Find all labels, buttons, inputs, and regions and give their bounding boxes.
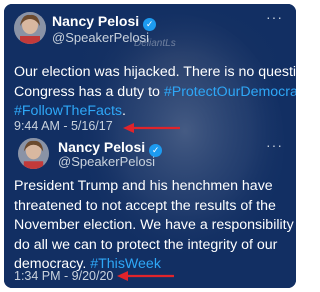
- user-handle[interactable]: @SpeakerPelosi: [52, 30, 149, 45]
- tweet-trailing: .: [122, 103, 126, 119]
- timestamp[interactable]: 1:34 PM - 9/20/20: [14, 269, 113, 284]
- tweet-line: President Trump and his henchmen have: [14, 178, 273, 194]
- tweet-2[interactable]: Nancy Pelosi ✓ @SpeakerPelosi ··· Preside…: [4, 132, 296, 288]
- tweet-line: November election. We have a responsibil…: [14, 217, 296, 233]
- tweet-1[interactable]: Nancy Pelosi ✓ @SpeakerPelosi ··· Our ele…: [4, 4, 296, 134]
- tweet-text: Our election was hijacked. There is no q…: [14, 63, 296, 122]
- display-name-text[interactable]: Nancy Pelosi: [58, 139, 145, 155]
- tweet-line-text: Congress has a duty to: [14, 83, 164, 100]
- hashtag-link[interactable]: #FollowTheFacts: [14, 103, 122, 119]
- tweet-line: Our election was hijacked. There is no q…: [14, 64, 296, 80]
- tweet-text: President Trump and his henchmen have th…: [14, 177, 296, 275]
- tweet-line: threatened to not accept the results of …: [14, 197, 276, 214]
- user-handle[interactable]: @SpeakerPelosi: [58, 154, 155, 169]
- tweet-line: do all we can to protect the integrity o…: [14, 236, 278, 253]
- tweet-card: DeliantLs Nancy Pelosi ✓ @SpeakerPelosi ·…: [4, 4, 296, 288]
- avatar[interactable]: [18, 138, 49, 169]
- more-options-icon[interactable]: ···: [266, 138, 283, 152]
- screenshot-frame: DeliantLs Nancy Pelosi ✓ @SpeakerPelosi ·…: [0, 0, 300, 292]
- red-arrow-annotation: [117, 271, 174, 281]
- tweet-line: Congress has a duty to #ProtectOurDemocr…: [14, 83, 296, 103]
- more-options-icon[interactable]: ···: [266, 10, 283, 24]
- avatar[interactable]: [14, 12, 46, 44]
- display-name-text[interactable]: Nancy Pelosi: [52, 13, 139, 29]
- display-name[interactable]: Nancy Pelosi ✓: [52, 13, 157, 31]
- hashtag-link[interactable]: #ProtectOurDemocracy: [164, 84, 296, 100]
